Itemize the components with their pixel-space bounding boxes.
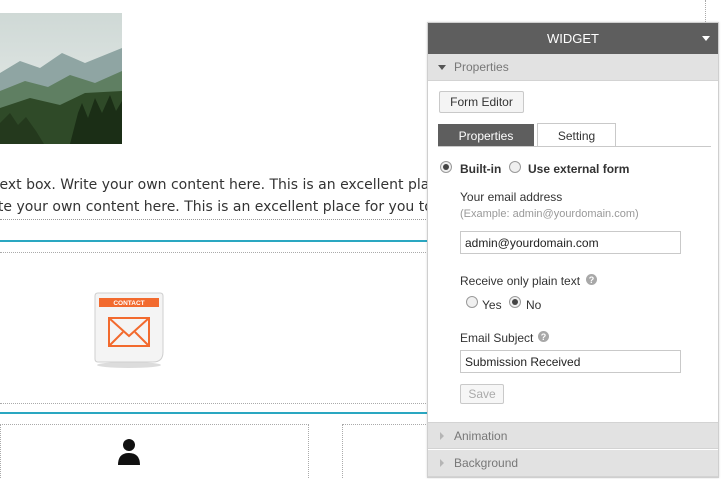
radio-external-form[interactable] <box>509 161 521 173</box>
person-icon <box>117 438 141 466</box>
section-properties-toggle[interactable]: Properties <box>428 54 718 81</box>
radio-external-form-label: Use external form <box>528 162 630 176</box>
radio-plain-no-label: No <box>526 298 542 312</box>
help-icon[interactable]: ? <box>586 274 597 285</box>
page-canvas: text box. Write your own content here. T… <box>0 0 728 479</box>
text-box-line: ite your own content here. This is an ex… <box>0 199 464 215</box>
radio-plain-yes-label: Yes <box>482 298 502 312</box>
section-divider <box>0 412 430 414</box>
widget-title: WIDGET <box>547 31 599 46</box>
triangle-right-icon <box>440 431 444 440</box>
email-address-input[interactable]: admin@yourdomain.com <box>460 231 681 254</box>
section-background-toggle[interactable]: Background <box>428 450 718 477</box>
email-address-hint: (Example: admin@yourdomain.com) <box>460 208 639 220</box>
radio-plain-yes[interactable] <box>466 296 478 308</box>
save-button[interactable]: Save <box>460 384 504 404</box>
section-animation-toggle[interactable]: Animation <box>428 422 718 449</box>
tab-properties[interactable]: Properties <box>438 124 534 147</box>
guide-line <box>705 0 706 22</box>
section-boundary <box>0 403 430 404</box>
section-properties-label: Properties <box>454 60 509 74</box>
radio-built-in[interactable] <box>440 161 452 173</box>
email-subject-label: Email Subject <box>460 331 534 345</box>
widget-panel-header[interactable]: WIDGET <box>428 23 718 54</box>
triangle-down-icon <box>438 64 446 70</box>
section-divider <box>0 240 430 242</box>
help-icon[interactable]: ? <box>538 331 549 342</box>
radio-plain-no[interactable] <box>509 296 521 308</box>
plain-text-label: Receive only plain text <box>460 274 581 288</box>
email-address-label: Your email address <box>460 190 563 204</box>
tab-setting[interactable]: Setting <box>537 123 616 147</box>
form-editor-button[interactable]: Form Editor <box>439 91 524 113</box>
email-subject-input[interactable]: Submission Received <box>460 350 681 373</box>
content-box[interactable] <box>342 424 432 479</box>
mountain-landscape-icon <box>0 13 122 144</box>
content-box[interactable] <box>0 424 309 479</box>
caret-down-icon[interactable] <box>702 36 710 41</box>
triangle-right-icon <box>440 459 444 467</box>
tab-divider <box>438 146 711 147</box>
contact-envelope-icon[interactable]: CONTACT <box>93 292 165 370</box>
landscape-image[interactable] <box>0 13 122 144</box>
contact-badge-label: CONTACT <box>113 300 144 307</box>
text-box-line: text box. Write your own content here. T… <box>0 177 456 193</box>
section-background-label: Background <box>454 456 519 470</box>
section-boundary <box>0 252 430 253</box>
radio-built-in-label: Built-in <box>460 162 502 176</box>
section-animation-label: Animation <box>454 428 508 443</box>
